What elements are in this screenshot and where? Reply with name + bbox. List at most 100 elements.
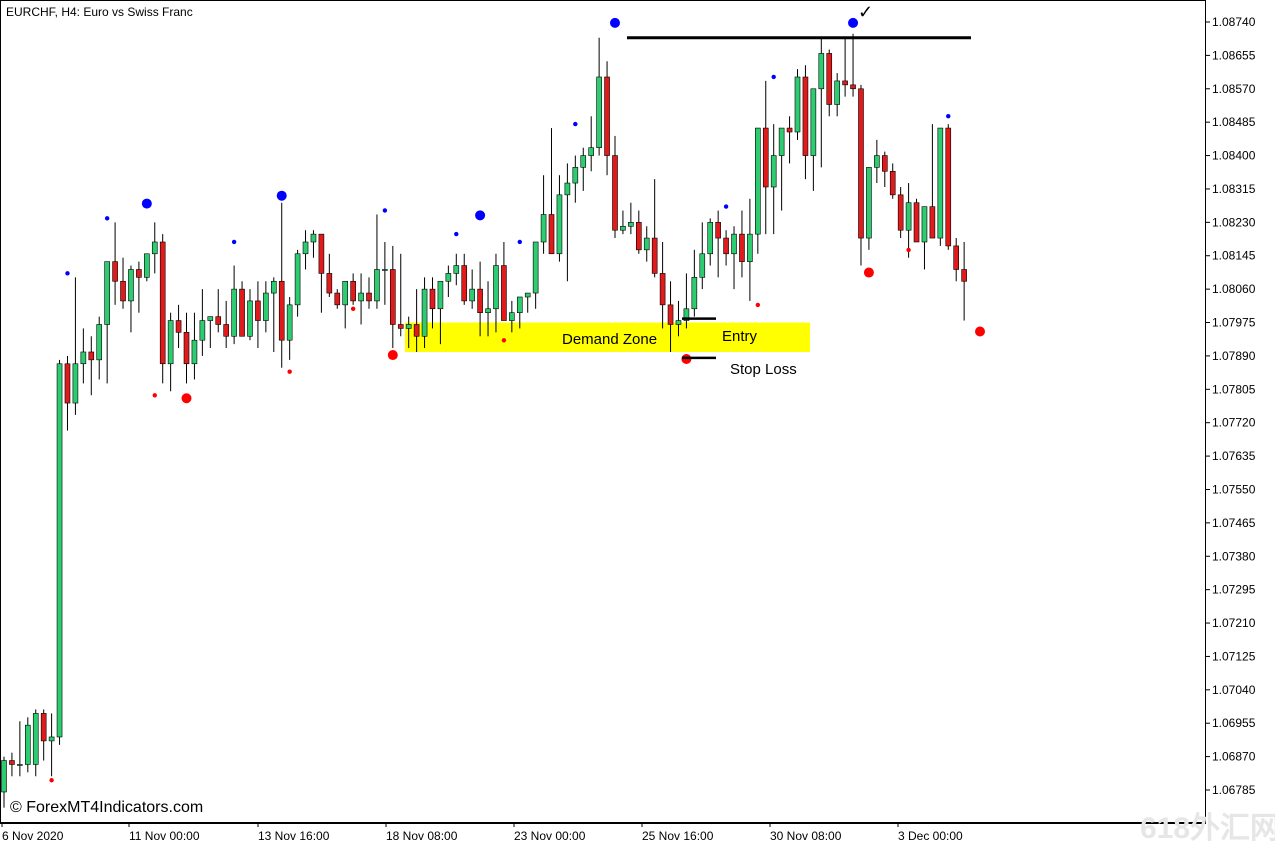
swing-low-dot: [181, 393, 192, 404]
bull-candle-body: [128, 269, 134, 302]
bull-candle-body: [524, 292, 531, 298]
bear-candle-body: [802, 76, 809, 156]
candle: [144, 253, 150, 282]
time-tick-label: 30 Nov 08:00: [770, 829, 842, 843]
bear-candle-body: [929, 206, 936, 239]
stop-loss-label: Stop Loss: [730, 361, 797, 378]
swing-high-dot: [723, 204, 729, 209]
bull-candle-body: [485, 308, 491, 314]
bull-candle-body: [572, 167, 579, 184]
bull-candle-body: [72, 363, 79, 404]
bull-candle-body: [921, 206, 928, 243]
copyright-text: © ForexMT4Indicators.com: [10, 799, 203, 816]
bear-candle-body: [120, 280, 126, 302]
bear-candle-body: [175, 320, 182, 333]
bull-candle-body: [493, 265, 499, 310]
bull-candle-body: [620, 225, 626, 231]
price-tick-label: 1.06870: [1212, 750, 1256, 764]
price-tick-label: 1.07380: [1212, 549, 1256, 563]
candle: [945, 124, 952, 250]
bear-candle-body: [429, 288, 436, 310]
price-tick-label: 1.07550: [1212, 482, 1256, 496]
swing-high-dot: [946, 114, 951, 119]
swing-high-dot: [848, 17, 859, 28]
bull-candle-body: [199, 320, 206, 341]
plot-area-frame: [0, 0, 1206, 823]
swing-high-dot: [276, 190, 287, 201]
bull-candle-body: [144, 253, 150, 278]
price-tick-label: 1.08315: [1212, 182, 1256, 196]
bull-candle-body: [588, 147, 594, 156]
demand-zone-label: Demand Zone: [562, 331, 657, 348]
chart-title: EURCHF, H4: Euro vs Swiss Franc: [6, 5, 193, 19]
bull-candle-body: [556, 194, 563, 255]
bull-candle-body: [342, 280, 349, 306]
swing-low-dot: [350, 306, 356, 312]
bear-candle-body: [651, 237, 658, 274]
bull-candle-body: [453, 265, 460, 274]
bear-candle-body: [350, 280, 356, 302]
bull-candle-body: [437, 280, 444, 310]
chart-window[interactable]: 1.08740 1.08655 1.08570 1.08485 1.08400 1.083…: [0, 0, 1275, 848]
time-tick-label: 3 Dec 00:00: [898, 829, 963, 843]
bear-candle-body: [842, 80, 848, 86]
bull-candle-body: [48, 736, 55, 742]
price-tick-label: 1.07210: [1212, 616, 1256, 630]
bull-candle-body: [643, 237, 650, 251]
bear-candle-body: [88, 351, 95, 361]
bull-candle-body: [866, 167, 872, 239]
bull-candle-body: [532, 241, 539, 294]
bear-candle-body: [9, 760, 15, 765]
bear-candle-body: [945, 127, 952, 247]
price-tick-label: 1.06955: [1212, 716, 1256, 730]
bull-candle-body: [580, 155, 587, 168]
bear-candle-body: [715, 222, 721, 239]
swing-high-dot: [609, 17, 620, 28]
bear-candle-body: [826, 53, 833, 105]
swing-high-dot: [104, 216, 110, 221]
bull-candle-body: [469, 288, 475, 302]
price-tick-label: 1.08400: [1212, 149, 1256, 163]
candle: [159, 234, 166, 384]
swing-low-dot: [501, 338, 507, 343]
price-tick-label: 1.08485: [1212, 115, 1256, 129]
bull-candle-body: [25, 724, 31, 765]
price-tick-label: 1.07295: [1212, 583, 1256, 597]
bull-candle-body: [263, 292, 269, 321]
time-tick-label: 18 Nov 08:00: [386, 829, 458, 843]
bull-candle-body: [747, 233, 753, 262]
bull-candle-body: [80, 351, 87, 365]
swing-low-dot: [906, 247, 911, 253]
bull-candle-body: [516, 296, 523, 314]
price-tick-label: 1.07805: [1212, 382, 1256, 396]
swing-low-dot: [287, 369, 292, 374]
candle: [937, 127, 944, 246]
price-tick-label: 1.07890: [1212, 349, 1256, 363]
price-tick-label: 1.08230: [1212, 215, 1256, 229]
swing-low-dot: [49, 778, 54, 783]
swing-low-dot: [152, 393, 157, 398]
time-tick-label: 23 Nov 00:00: [514, 829, 586, 843]
bull-candle-body: [874, 155, 880, 168]
bear-candle-body: [64, 363, 71, 404]
bull-candle-body: [421, 288, 428, 337]
swing-high-dot: [573, 121, 578, 127]
price-tick-label: 1.06785: [1212, 783, 1256, 797]
candlestick-chart[interactable]: 1.08740 1.08655 1.08570 1.08485 1.08400 1.083…: [0, 0, 1275, 848]
bear-candle-body: [318, 233, 325, 274]
bull-candle-body: [778, 127, 785, 156]
bull-candle-body: [509, 312, 515, 321]
bull-candle-body: [302, 241, 309, 255]
price-tick-label: 1.08570: [1212, 82, 1256, 96]
bull-candle-body: [731, 233, 737, 255]
bull-candle-body: [382, 269, 388, 271]
price-tick-label: 1.07635: [1212, 449, 1256, 463]
bear-candle-body: [659, 273, 666, 306]
bear-candle-body: [183, 332, 190, 365]
bear-candle-body: [255, 300, 261, 321]
bear-candle-body: [223, 324, 229, 337]
bear-candle-body: [334, 292, 341, 306]
bull-candle-body: [405, 324, 412, 329]
bear-candle-body: [136, 269, 142, 278]
bear-candle-body: [390, 269, 396, 325]
